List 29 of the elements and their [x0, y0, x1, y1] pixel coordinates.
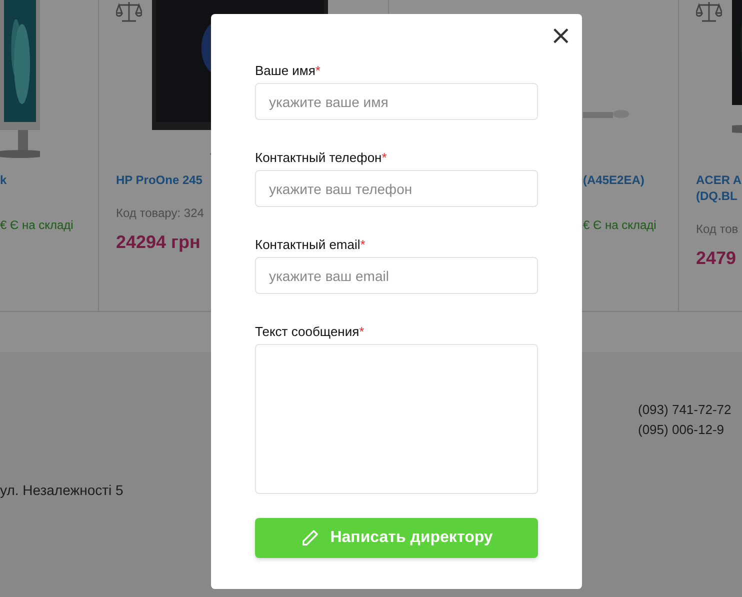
pencil-icon — [300, 528, 320, 548]
phone-number[interactable]: (093) 741-72-72 — [638, 402, 732, 417]
required-mark: * — [360, 237, 366, 252]
field-label: Контактный телефон — [255, 150, 382, 165]
required-mark: * — [359, 324, 364, 339]
input-field[interactable]: укажите ваш телефон — [255, 170, 538, 207]
product-code: Код тов — [696, 222, 738, 236]
phone-number[interactable]: (095) 006-12-9 — [638, 422, 724, 437]
address: ул. Незалежності 5 — [0, 482, 124, 498]
submit-button[interactable]: Написать директору — [255, 518, 538, 558]
product-title[interactable]: ACER A (DQ.BL — [696, 172, 742, 204]
field-label: Текст сообщения — [255, 324, 360, 339]
product-price: 2479 — [696, 248, 736, 269]
product-title[interactable]: (A45E2EA) — [583, 172, 678, 188]
stock-status: € Є на складі — [0, 218, 74, 232]
input-field[interactable]: укажите ваш email — [255, 257, 538, 294]
close-button[interactable]: × — [550, 26, 570, 46]
required-mark: * — [315, 63, 320, 78]
scales-icon[interactable] — [116, 0, 142, 24]
required-mark: * — [382, 150, 387, 165]
product-price: 24294 грн — [116, 232, 200, 253]
field-label: Контактный email — [255, 237, 360, 252]
stock-status: € Є на складі — [583, 218, 656, 232]
product-code: Код товару: 324 — [116, 206, 204, 220]
product-title[interactable]: k — [0, 172, 98, 188]
scales-icon[interactable] — [696, 0, 722, 24]
message-field[interactable] — [255, 344, 538, 494]
input-field[interactable]: укажите ваше имя — [255, 83, 538, 120]
field-label: Ваше имя — [255, 63, 316, 78]
